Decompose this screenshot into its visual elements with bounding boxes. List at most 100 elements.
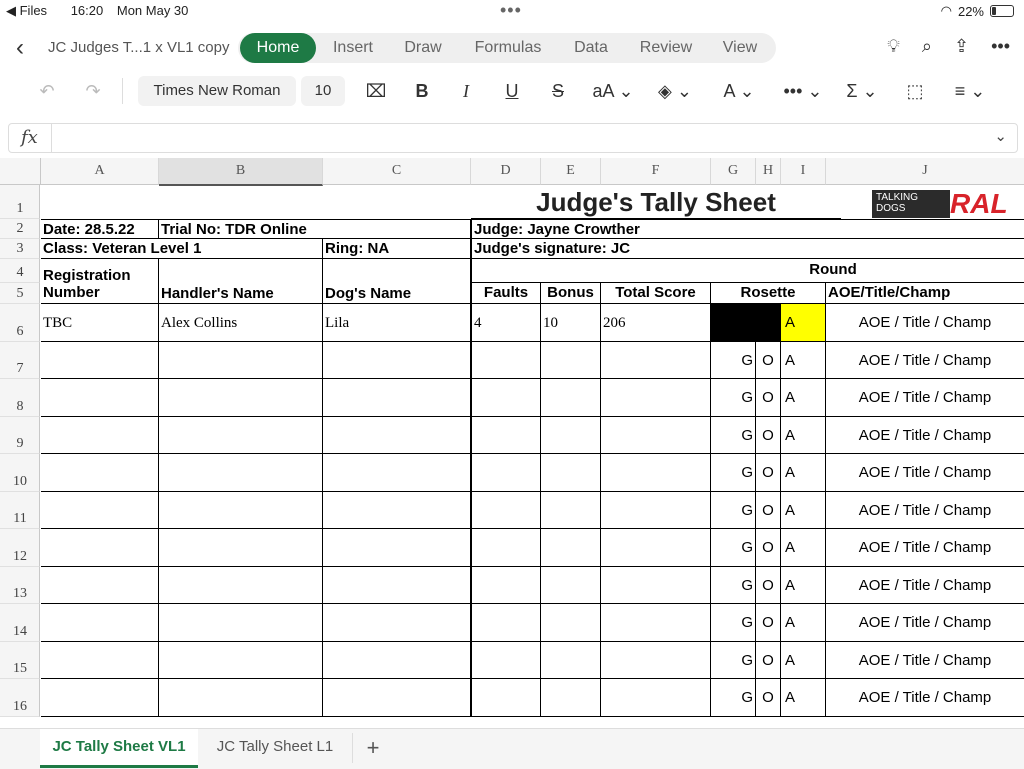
row-header-14[interactable]: 14	[0, 604, 40, 642]
cell-handler-row-10[interactable]	[159, 454, 323, 492]
row-header-1[interactable]: 1	[0, 185, 40, 219]
format-painter-icon[interactable]: ⌧	[362, 74, 390, 108]
header-faults[interactable]: Faults	[471, 283, 541, 304]
cell-aoe-row-9[interactable]: AOE / Title / Champ	[826, 417, 1024, 454]
sheet-tab-l1[interactable]: JC Tally Sheet L1	[200, 729, 350, 765]
cell-trial[interactable]: Trial No: TDR Online	[159, 219, 471, 239]
cell-reg-row-13[interactable]	[41, 567, 159, 604]
cell-aoe-row-14[interactable]: AOE / Title / Champ	[826, 604, 1024, 642]
formula-bar[interactable]: fx ⌄	[8, 123, 1018, 153]
cell-bonus-row-13[interactable]	[541, 567, 601, 604]
tab-view[interactable]: View	[708, 33, 772, 63]
more-icon[interactable]: •••	[991, 36, 1010, 57]
tab-insert[interactable]: Insert	[318, 33, 388, 63]
column-header-e[interactable]: E	[541, 158, 601, 185]
row-header-4[interactable]: 4	[0, 259, 40, 283]
cell-handler-row-15[interactable]	[159, 642, 323, 679]
cell-dog-row-15[interactable]	[323, 642, 471, 679]
cell-bonus-row-7[interactable]	[541, 342, 601, 379]
cell-handler-row-14[interactable]	[159, 604, 323, 642]
column-header-h[interactable]: H	[756, 158, 781, 185]
tab-formulas[interactable]: Formulas	[460, 33, 556, 63]
cell-rosette-a-row-10[interactable]: A	[781, 454, 826, 492]
tab-data[interactable]: Data	[560, 33, 622, 63]
cell-signature[interactable]: Judge's signature: JC	[471, 239, 1024, 259]
row-header-2[interactable]: 2	[0, 219, 40, 239]
cell-aoe-row-16[interactable]: AOE / Title / Champ	[826, 679, 1024, 717]
header-round[interactable]: Round	[471, 259, 1024, 283]
cell-faults-row-8[interactable]	[471, 379, 541, 417]
column-header-b[interactable]: B	[159, 158, 323, 186]
cell-rosette-a-row-15[interactable]: A	[781, 642, 826, 679]
sheet-title[interactable]: Judge's Tally Sheet	[471, 186, 841, 219]
cell-dog-row-11[interactable]	[323, 492, 471, 529]
cell-rosette-a[interactable]: A	[781, 304, 826, 342]
cell-dog-name[interactable]: Lila	[323, 304, 471, 342]
cell-aoe-row-7[interactable]: AOE / Title / Champ	[826, 342, 1024, 379]
header-total-score[interactable]: Total Score	[601, 283, 711, 304]
cell-reg-row-16[interactable]	[41, 679, 159, 717]
cell-rosette-o-row-15[interactable]: O	[756, 642, 781, 679]
undo-icon[interactable]: ↶	[32, 74, 62, 108]
cell-reg-row-12[interactable]	[41, 529, 159, 567]
lightbulb-icon[interactable]: 💡︎	[887, 36, 900, 57]
cell-aoe[interactable]: AOE / Title / Champ	[826, 304, 1024, 342]
cell-bonus-row-10[interactable]	[541, 454, 601, 492]
cell-date[interactable]: Date: 28.5.22	[41, 219, 159, 239]
cell-judge[interactable]: Judge: Jayne Crowther	[471, 219, 1024, 239]
cell-aoe-row-8[interactable]: AOE / Title / Champ	[826, 379, 1024, 417]
row-header-16[interactable]: 16	[0, 679, 40, 717]
cell-faults-row-13[interactable]	[471, 567, 541, 604]
insert-cells-icon[interactable]: ⬚	[900, 74, 930, 108]
cell-faults-row-9[interactable]	[471, 417, 541, 454]
cell-ring[interactable]: Ring: NA	[323, 239, 471, 259]
cell-class[interactable]: Class: Veteran Level 1	[41, 239, 323, 259]
cell-bonus[interactable]: 10	[541, 304, 601, 342]
cell-rosette-a-row-7[interactable]: A	[781, 342, 826, 379]
column-header-g[interactable]: G	[711, 158, 756, 185]
cell-rosette-a-row-9[interactable]: A	[781, 417, 826, 454]
italic-icon[interactable]: I	[452, 74, 480, 108]
cell-rosette-g-row-12[interactable]: G	[711, 529, 756, 567]
cell-total-row-16[interactable]	[601, 679, 711, 717]
font-size-box[interactable]: 10	[301, 76, 345, 106]
cell-handler-row-9[interactable]	[159, 417, 323, 454]
cell-reg-row-14[interactable]	[41, 604, 159, 642]
row-header-8[interactable]: 8	[0, 379, 40, 417]
cell-reg-row-8[interactable]	[41, 379, 159, 417]
cell-rosette-a-row-8[interactable]: A	[781, 379, 826, 417]
row-header-6[interactable]: 6	[0, 304, 40, 342]
cell-handler-row-11[interactable]	[159, 492, 323, 529]
redo-icon[interactable]: ↷	[78, 74, 108, 108]
cell-dog-row-13[interactable]	[323, 567, 471, 604]
row-header-13[interactable]: 13	[0, 567, 40, 604]
cell-total-score[interactable]: 206	[601, 304, 711, 342]
cell-rosette-g-row-10[interactable]: G	[711, 454, 756, 492]
cell-total-row-11[interactable]	[601, 492, 711, 529]
cell-bonus-row-11[interactable]	[541, 492, 601, 529]
cell-rosette-g-row-7[interactable]: G	[711, 342, 756, 379]
font-size-change-icon[interactable]: aA ⌄	[590, 74, 636, 108]
cell-handler-row-8[interactable]	[159, 379, 323, 417]
cell-rosette-g-row-13[interactable]: G	[711, 567, 756, 604]
cell-dog-row-8[interactable]	[323, 379, 471, 417]
cell-total-row-15[interactable]	[601, 642, 711, 679]
back-to-app[interactable]: ◀ Files	[6, 3, 57, 18]
strikethrough-icon[interactable]: S	[544, 74, 572, 108]
cell-rosette-o-row-7[interactable]: O	[756, 342, 781, 379]
cell-handler-row-13[interactable]	[159, 567, 323, 604]
autosum-icon[interactable]: Σ ⌄	[842, 74, 882, 108]
cell-rosette-o-row-9[interactable]: O	[756, 417, 781, 454]
add-sheet-button[interactable]: +	[352, 733, 393, 763]
cell-handler-name[interactable]: Alex Collins	[159, 304, 323, 342]
cell-rosette-g-row-9[interactable]: G	[711, 417, 756, 454]
fill-color-icon[interactable]: ◈ ⌄	[652, 74, 698, 108]
multitask-dots[interactable]: •••	[500, 0, 522, 21]
cell-faults-row-10[interactable]	[471, 454, 541, 492]
row-header-11[interactable]: 11	[0, 492, 40, 529]
header-dog[interactable]: Dog's Name	[323, 259, 471, 304]
cell-rosette-o-row-16[interactable]: O	[756, 679, 781, 717]
cell-dog-row-10[interactable]	[323, 454, 471, 492]
sheet-tab-vl1[interactable]: JC Tally Sheet VL1	[40, 729, 198, 768]
row-header-3[interactable]: 3	[0, 239, 40, 259]
